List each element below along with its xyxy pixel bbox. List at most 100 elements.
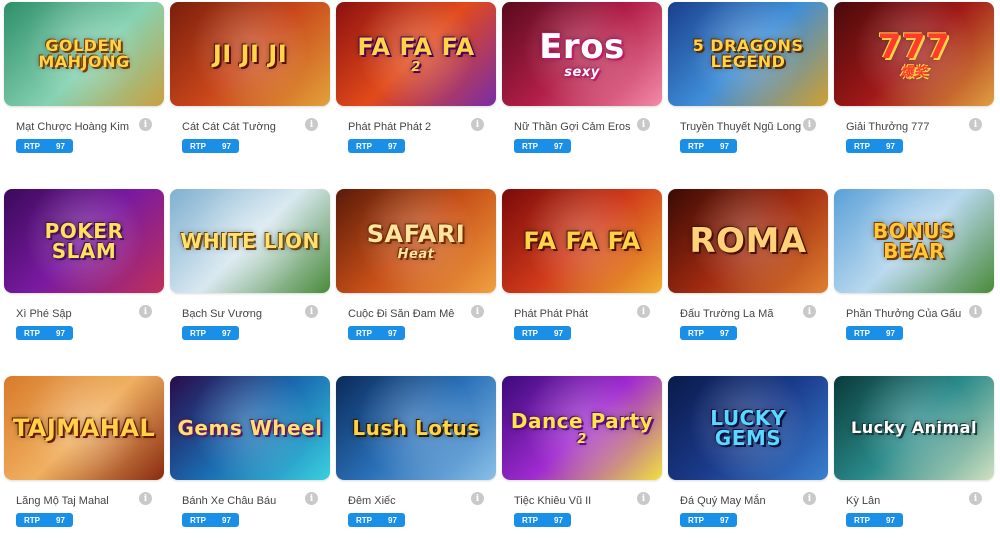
rtp-label: RTP [854, 515, 870, 525]
game-thumbnail[interactable]: ROMA [668, 189, 828, 293]
game-logo-text: POKER SLAM [4, 221, 164, 261]
game-name: Bánh Xe Châu Báu [182, 495, 277, 507]
game-logo-text: WHITE LION [174, 231, 325, 251]
game-card[interactable]: Gems Wheel Bánh Xe Châu Báu i RTP 97 [170, 376, 330, 528]
rtp-badge: RTP 97 [348, 513, 405, 527]
game-meta-row: Xì Phé Sập i [4, 304, 164, 322]
game-meta-row: Phát Phát Phát i [502, 304, 662, 322]
game-logo-title: FA FA FA [357, 32, 475, 61]
game-card[interactable]: 777 爆奖 Giải Thưởng 777 i RTP 97 [834, 2, 994, 154]
game-thumbnail[interactable]: 777 爆奖 [834, 2, 994, 106]
game-name: Mạt Chược Hoàng Kim [16, 121, 130, 133]
rtp-value: 97 [388, 515, 397, 525]
game-logo-text: BONUS BEAR [834, 221, 994, 261]
game-card[interactable]: Lucky Animal Kỳ Lân i RTP 97 [834, 376, 994, 528]
game-meta-row: Phát Phát Phát 2 i [336, 117, 496, 135]
info-icon[interactable]: i [637, 305, 650, 318]
game-card[interactable]: 5 DRAGONS LEGEND Truyền Thuyết Ngũ Long i R… [668, 2, 828, 154]
info-icon[interactable]: i [637, 492, 650, 505]
game-logo-text: Gems Wheel [172, 418, 329, 438]
game-card[interactable]: SAFARI Heat Cuộc Đi Săn Đam Mê i RTP 97 [336, 189, 496, 341]
game-thumbnail[interactable]: GOLDEN MAHJONG [4, 2, 164, 106]
game-name: Phát Phát Phát [514, 308, 588, 320]
game-thumbnail[interactable]: BONUS BEAR [834, 189, 994, 293]
rtp-value: 97 [222, 515, 231, 525]
rtp-value: 97 [554, 515, 563, 525]
game-name: Đấu Trường La Mã [680, 308, 774, 320]
game-thumbnail[interactable]: Eros sexy [502, 2, 662, 106]
info-icon[interactable]: i [305, 118, 318, 131]
rtp-badge: RTP 97 [846, 139, 903, 153]
rtp-badge: RTP 97 [680, 326, 737, 340]
game-card[interactable]: Lush Lotus Đêm Xiếc i RTP 97 [336, 376, 496, 528]
game-thumbnail[interactable]: Gems Wheel [170, 376, 330, 480]
game-thumbnail[interactable]: 5 DRAGONS LEGEND [668, 2, 828, 106]
game-thumbnail[interactable]: SAFARI Heat [336, 189, 496, 293]
game-thumbnail[interactable]: JI JI JI [170, 2, 330, 106]
info-icon[interactable]: i [969, 305, 982, 318]
game-card[interactable]: JI JI JI Cát Cát Cát Tường i RTP 97 [170, 2, 330, 154]
game-meta-row: Giải Thưởng 777 i [834, 117, 994, 135]
rtp-badge: RTP 97 [680, 139, 737, 153]
game-card[interactable]: POKER SLAM Xì Phé Sập i RTP 97 [4, 189, 164, 341]
rtp-badge: RTP 97 [348, 139, 405, 153]
info-icon[interactable]: i [305, 305, 318, 318]
info-icon[interactable]: i [305, 492, 318, 505]
game-logo-title: 5 DRAGONS LEGEND [692, 36, 804, 71]
game-thumbnail[interactable]: FA FA FA 2 [336, 2, 496, 106]
game-meta-row: Phần Thưởng Của Gấu i [834, 304, 994, 322]
info-icon[interactable]: i [139, 305, 152, 318]
game-thumbnail[interactable]: WHITE LION [170, 189, 330, 293]
rtp-label: RTP [190, 515, 206, 525]
game-card[interactable]: FA FA FA Phát Phát Phát i RTP 97 [502, 189, 662, 341]
game-thumbnail[interactable]: POKER SLAM [4, 189, 164, 293]
info-icon[interactable]: i [471, 305, 484, 318]
game-thumbnail[interactable]: Lucky Animal [834, 376, 994, 480]
rtp-label: RTP [190, 141, 206, 151]
game-card[interactable]: LUCKY GEMS Đá Quý May Mắn i RTP 97 [668, 376, 828, 528]
game-logo-text: FA FA FA [517, 229, 646, 253]
info-icon[interactable]: i [803, 305, 816, 318]
game-card[interactable]: FA FA FA 2 Phát Phát Phát 2 i RTP 97 [336, 2, 496, 154]
game-thumbnail[interactable]: Lush Lotus [336, 376, 496, 480]
info-icon[interactable]: i [471, 118, 484, 131]
game-meta-row: Truyền Thuyết Ngũ Long i [668, 117, 828, 135]
info-icon[interactable]: i [637, 118, 650, 131]
info-icon[interactable]: i [803, 118, 816, 131]
game-card[interactable]: BONUS BEAR Phần Thưởng Của Gấu i RTP 97 [834, 189, 994, 341]
info-icon[interactable]: i [139, 118, 152, 131]
info-icon[interactable]: i [969, 118, 982, 131]
rtp-value: 97 [886, 141, 895, 151]
info-icon[interactable]: i [139, 492, 152, 505]
game-card[interactable]: Eros sexy Nữ Thần Gợi Cảm Eros i RTP 97 [502, 2, 662, 154]
game-logo-title: Eros [539, 26, 625, 67]
game-name: Đêm Xiếc [348, 495, 396, 507]
game-thumbnail[interactable]: FA FA FA [502, 189, 662, 293]
rtp-badge: RTP 97 [680, 513, 737, 527]
game-card[interactable]: ROMA Đấu Trường La Mã i RTP 97 [668, 189, 828, 341]
game-name: Truyền Thuyết Ngũ Long [680, 121, 802, 133]
rtp-value: 97 [56, 328, 65, 338]
game-meta-row: Bạch Sư Vương i [170, 304, 330, 322]
game-thumbnail[interactable]: TAJMAHAL [4, 376, 164, 480]
info-icon[interactable]: i [471, 492, 484, 505]
rtp-value: 97 [388, 328, 397, 338]
game-meta-row: Đấu Trường La Mã i [668, 304, 828, 322]
game-name: Kỳ Lân [846, 495, 881, 507]
game-card[interactable]: WHITE LION Bạch Sư Vương i RTP 97 [170, 189, 330, 341]
game-card[interactable]: Dance Party 2 Tiệc Khiêu Vũ II i RTP 97 [502, 376, 662, 528]
info-icon[interactable]: i [803, 492, 816, 505]
rtp-value: 97 [886, 515, 895, 525]
info-icon[interactable]: i [969, 492, 982, 505]
game-card[interactable]: TAJMAHAL Lăng Mộ Taj Mahal i RTP 97 [4, 376, 164, 528]
rtp-label: RTP [688, 141, 704, 151]
game-logo-subtitle: 2 [577, 431, 587, 447]
game-logo-subtitle: 爆奖 [900, 64, 928, 80]
game-logo-text: JI JI JI [207, 42, 293, 66]
game-card[interactable]: GOLDEN MAHJONG Mạt Chược Hoàng Kim i RTP 97 [4, 2, 164, 154]
game-logo-text: TAJMAHAL [7, 416, 161, 440]
game-thumbnail[interactable]: LUCKY GEMS [668, 376, 828, 480]
game-thumbnail[interactable]: Dance Party 2 [502, 376, 662, 480]
game-name: Bạch Sư Vương [182, 308, 263, 320]
rtp-badge: RTP 97 [514, 326, 571, 340]
